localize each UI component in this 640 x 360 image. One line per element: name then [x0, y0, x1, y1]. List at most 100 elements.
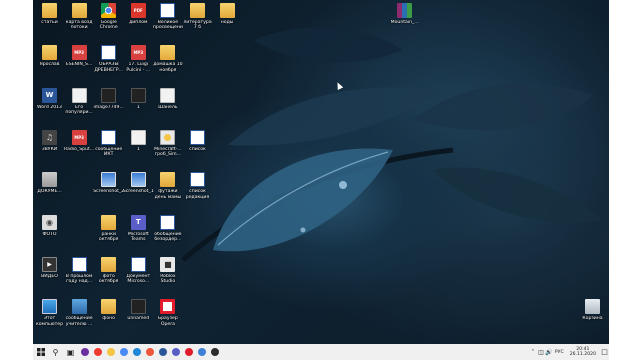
search-button[interactable]: ⚲ [48, 344, 63, 360]
desktop-icon[interactable]: Radio_Sput... [64, 129, 95, 152]
desktop-icon[interactable]: ФОТО [35, 214, 64, 237]
desktop-icon[interactable]: карта возд потоки [65, 3, 94, 31]
word-icon [160, 3, 176, 18]
taskbar-app-file-explorer[interactable] [104, 344, 117, 360]
chrome-icon [101, 3, 117, 18]
desktop-icon[interactable]: ЗВУКИ [35, 129, 64, 152]
desktop-icon[interactable]: 17. Luigi Pulcini - ... [124, 45, 153, 73]
taskbar-app-chrome[interactable] [117, 344, 130, 360]
clock[interactable]: 20:41 26.11.2020 [570, 347, 596, 357]
desktop-icon[interactable]: unnamed [124, 299, 153, 321]
clock-date: 26.11.2020 [569, 352, 596, 357]
folder-pic-icon [71, 3, 87, 18]
desktop-icon[interactable]: Word 2013 [35, 87, 64, 110]
desktop-icon-label: Его популяри... [65, 104, 93, 115]
desktop-icon[interactable]: ранки октября [94, 214, 123, 243]
word-icon [101, 129, 117, 145]
screen-icon [101, 172, 117, 188]
taskbar-app-teams[interactable] [169, 344, 182, 360]
desktop-icon[interactable]: Документ Microso... [124, 256, 153, 285]
desktop-icon[interactable]: домашка 10 ноября [153, 45, 183, 73]
desktop-icon[interactable]: 1 [124, 87, 153, 110]
desktop-icon[interactable]: В прошлом году над... [65, 256, 94, 285]
desktop-icon[interactable]: Roblox Studio [153, 256, 182, 285]
taskbar-app-word[interactable] [156, 344, 169, 360]
desktop-icon[interactable]: Google Chrome [94, 3, 123, 31]
desktop-icon-label: литература 7 б [183, 20, 212, 31]
desktop-icon[interactable]: сообщение учителю ... [65, 299, 94, 327]
black-icon [130, 87, 146, 103]
desktop-icon-label: Screenshot_2 [93, 189, 125, 195]
start-button[interactable] [33, 344, 48, 360]
system-tray: ˄ ◫ 🔊 РУС 20:41 26.11.2020 □ [529, 344, 609, 360]
desktop-icon[interactable]: список редакция [183, 172, 212, 200]
desktop-icon-label: Radio_Sput... [64, 146, 95, 152]
desktop-icon[interactable]: 1 [124, 129, 153, 152]
desktop-icon-label: Этот компьютер [35, 316, 64, 327]
desktop[interactable]: статьи карта возд потоки Google Chrome дипл… [33, 0, 609, 344]
taskbar-app-cortana[interactable] [78, 344, 91, 360]
desktop-icon[interactable]: Его популяри... [65, 87, 94, 116]
desktop-icon[interactable]: Screenshot_2 [93, 172, 125, 195]
show-hidden-icons-chevron-icon[interactable]: ˄ [529, 349, 537, 356]
desktop-icon[interactable]: image7749... [93, 87, 124, 110]
desktop-icon[interactable]: Браузер Opera [153, 299, 182, 327]
desktop-icon[interactable]: обобщение безордер... [153, 214, 182, 243]
film-icon [42, 256, 57, 272]
network-icon[interactable]: ◫ [537, 349, 545, 356]
word-icon [130, 256, 146, 272]
taskbar-app-edge[interactable] [130, 344, 143, 360]
desktop-icon[interactable]: Ярослав [35, 45, 64, 67]
notifications-icon[interactable]: □ [600, 348, 609, 356]
docs-icon [42, 172, 57, 188]
desktop-icon[interactable]: ДОКУМЕ... [35, 172, 64, 194]
desktop-icon[interactable]: литература 7 б [183, 3, 212, 31]
task-view-icon: ▣ [66, 347, 75, 357]
folder-icon [101, 214, 117, 230]
desktop-icon-label: фото октября [98, 273, 119, 285]
desktop-icon[interactable]: ESENIN_S... [65, 45, 94, 67]
desktop-icon[interactable]: Mountain_... [390, 3, 419, 25]
mine-icon [160, 129, 176, 145]
desktop-icon-label: Шанель [158, 104, 178, 110]
desktop-icon[interactable]: статьи [35, 3, 64, 25]
desktop-icon-label: ESENIN_S... [65, 62, 93, 68]
task-view-button[interactable]: ▣ [63, 344, 78, 360]
desktop-icon[interactable]: Этот компьютер [35, 299, 64, 327]
word-icon [190, 129, 205, 145]
desktop-icon[interactable]: футажи день мамы [153, 172, 182, 200]
desktop-icon[interactable]: Microsoft Teams [124, 214, 153, 243]
desktop-icon[interactable]: диплом [124, 3, 153, 25]
desktop-icon-label: ЗВУКИ [41, 146, 58, 152]
desktop-icon[interactable]: Шанель [153, 87, 182, 110]
desktop-icon-label: Screenshot_1 [122, 189, 154, 195]
taskbar-app-yandex-browser[interactable] [143, 344, 156, 360]
taskbar-app-mail[interactable] [195, 344, 208, 360]
yandex-icon [93, 348, 102, 356]
mp3-icon [71, 45, 87, 61]
desktop-icon-label: Minecraft-... гроб_Sim... [154, 146, 182, 158]
taskbar-app-yandex[interactable] [91, 344, 104, 360]
desktop-icon-label: домашка 10 ноября [153, 62, 183, 73]
language-indicator[interactable]: РУС [555, 350, 564, 355]
desktop-icon[interactable]: Minecraft-... гроб_Sim... [153, 129, 182, 158]
desktop-icon[interactable]: фоно [94, 299, 123, 321]
mp3-icon [71, 129, 87, 145]
desktop-icon-label: Корзина [582, 316, 603, 322]
desktop-icon[interactable]: список [183, 129, 212, 152]
desktop-icon[interactable]: сообщение ИКТ [94, 129, 123, 158]
file-explorer-icon [106, 348, 115, 356]
desktop-icon[interactable]: ОБРАЗЫ ДРЕВНЕГР... [94, 45, 123, 73]
taskbar-app-opera[interactable] [182, 344, 195, 360]
taskbar-app-obs[interactable] [208, 344, 221, 360]
desktop-icon[interactable]: фото октября [94, 256, 123, 285]
edge-icon [132, 348, 141, 356]
desktop-icon[interactable]: ноды [213, 3, 242, 25]
desktop-icon[interactable]: Screenshot_1 [122, 172, 154, 195]
folder-icon [42, 45, 57, 61]
desktop-icon[interactable]: Великое просвещени... [153, 3, 183, 31]
volume-icon[interactable]: 🔊 [545, 349, 553, 356]
desktop-icon[interactable]: Корзина [578, 299, 607, 321]
desktop-icon[interactable]: ВИДЕО [35, 256, 64, 279]
mp3-icon [130, 45, 146, 61]
